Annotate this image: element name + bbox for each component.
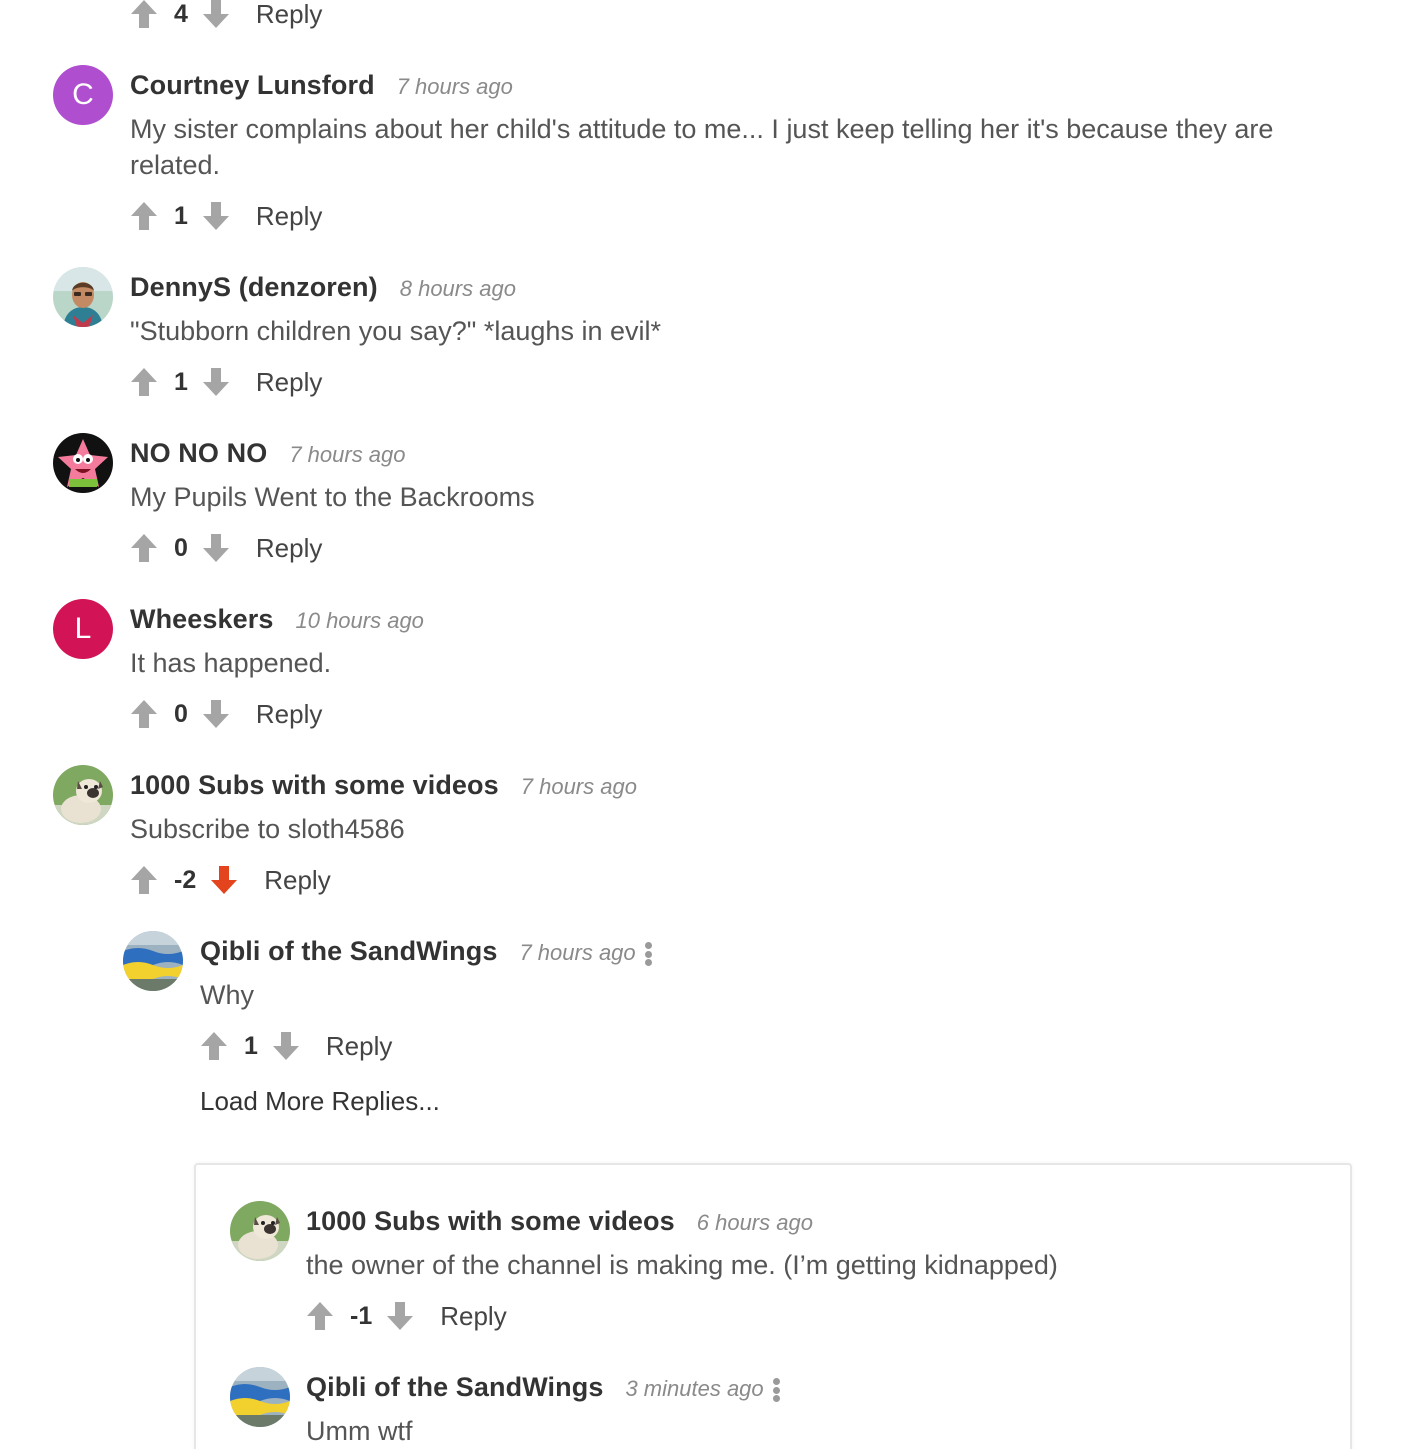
reply-button[interactable]: Reply: [256, 0, 322, 30]
downvote-icon[interactable]: [202, 532, 230, 564]
downvote-icon-active[interactable]: [210, 864, 238, 896]
vote-row: 1 Reply: [130, 362, 322, 402]
vote-count: 4: [174, 0, 188, 28]
pug-icon[interactable]: [230, 1201, 290, 1261]
timestamp: 7 hours ago: [396, 74, 513, 99]
vote-count: 0: [174, 699, 188, 728]
downvote-icon[interactable]: [272, 1030, 300, 1062]
load-more-replies-link[interactable]: Load More Replies...: [200, 1086, 440, 1117]
downvote-icon[interactable]: [202, 200, 230, 232]
comment-text: Umm wtf: [306, 1416, 413, 1446]
vote-row: 0 Reply: [130, 694, 322, 734]
upvote-icon[interactable]: [200, 1030, 228, 1062]
vote-row: 1 Reply: [200, 1026, 392, 1066]
more-options-icon[interactable]: [768, 1375, 784, 1405]
timestamp: 10 hours ago: [295, 608, 424, 633]
avatar-letter: L: [74, 612, 92, 645]
timestamp: 6 hours ago: [696, 1210, 813, 1235]
vote-count: 0: [174, 533, 188, 562]
upvote-icon[interactable]: [130, 200, 158, 232]
vote-row: 1 Reply: [130, 196, 322, 236]
comment-header: 1000 Subs with some videos 7 hours ago: [130, 770, 637, 801]
vote-count: 1: [244, 1031, 258, 1060]
reply-button[interactable]: Reply: [256, 367, 322, 398]
comment-text: the owner of the channel is making me. (…: [306, 1250, 1058, 1280]
timestamp: 7 hours ago: [519, 940, 636, 965]
comment-text: My sister complains about her child's at…: [130, 114, 1274, 180]
downvote-icon[interactable]: [202, 0, 230, 30]
author-name[interactable]: 1000 Subs with some videos: [306, 1206, 675, 1237]
comment-header: Wheeskers 10 hours ago: [130, 604, 424, 635]
vote-count: -1: [350, 1301, 373, 1330]
downvote-icon[interactable]: [202, 698, 230, 730]
reply-button[interactable]: Reply: [256, 533, 322, 564]
avatar[interactable]: L: [53, 599, 113, 659]
comment-header: Qibli of the SandWings 3 minutes ago: [306, 1372, 764, 1403]
comment-header: Courtney Lunsford 7 hours ago: [130, 70, 513, 101]
author-name[interactable]: DennyS (denzoren): [130, 272, 378, 303]
upvote-icon[interactable]: [130, 0, 158, 30]
author-name[interactable]: Qibli of the SandWings: [200, 936, 497, 967]
vote-row: 4 Reply: [130, 0, 322, 34]
upvote-icon[interactable]: [130, 864, 158, 896]
comment-text: It has happened.: [130, 648, 332, 678]
upvote-icon[interactable]: [130, 532, 158, 564]
author-name[interactable]: Wheeskers: [130, 604, 273, 635]
author-name[interactable]: 1000 Subs with some videos: [130, 770, 499, 801]
pug-icon[interactable]: [53, 765, 113, 825]
person-photo-icon[interactable]: [53, 267, 113, 327]
upvote-icon[interactable]: [130, 366, 158, 398]
comment-text: Subscribe to sloth4586: [130, 814, 405, 844]
timestamp: 7 hours ago: [289, 442, 406, 467]
timestamp: 3 minutes ago: [625, 1376, 764, 1401]
upvote-icon[interactable]: [130, 698, 158, 730]
avatar[interactable]: C: [53, 65, 113, 125]
reply-button[interactable]: Reply: [264, 865, 330, 896]
starfish-icon[interactable]: [53, 433, 113, 493]
vote-row: -1 Reply: [306, 1296, 507, 1336]
timestamp: 8 hours ago: [399, 276, 516, 301]
comment-text: My Pupils Went to the Backrooms: [130, 482, 535, 512]
reply-button[interactable]: Reply: [326, 1031, 392, 1062]
flag-icon[interactable]: [123, 931, 183, 991]
vote-row: -2 Reply: [130, 860, 331, 900]
vote-row: 0 Reply: [130, 528, 322, 568]
reply-button[interactable]: Reply: [440, 1301, 506, 1332]
avatar-letter: C: [72, 78, 94, 111]
vote-count: 1: [174, 201, 188, 230]
vote-count: 1: [174, 367, 188, 396]
comments-thread: 4 Reply C Courtney Lunsford 7 hours ago …: [0, 0, 1407, 1449]
comment-header: DennyS (denzoren) 8 hours ago: [130, 272, 516, 303]
vote-count: -2: [174, 865, 197, 894]
comment-text: Why: [200, 980, 254, 1010]
upvote-icon[interactable]: [306, 1300, 334, 1332]
more-options-icon[interactable]: [640, 939, 656, 969]
timestamp: 7 hours ago: [520, 774, 637, 799]
comment-header: Qibli of the SandWings 7 hours ago: [200, 936, 636, 967]
reply-button[interactable]: Reply: [256, 699, 322, 730]
author-name[interactable]: Courtney Lunsford: [130, 70, 375, 101]
flag-icon[interactable]: [230, 1367, 290, 1427]
comment-text: "Stubborn children you say?" *laughs in …: [130, 316, 661, 346]
downvote-icon[interactable]: [202, 366, 230, 398]
comment-header: NO NO NO 7 hours ago: [130, 438, 406, 469]
downvote-icon[interactable]: [386, 1300, 414, 1332]
reply-button[interactable]: Reply: [256, 201, 322, 232]
comment-header: 1000 Subs with some videos 6 hours ago: [306, 1206, 813, 1237]
author-name[interactable]: Qibli of the SandWings: [306, 1372, 603, 1403]
author-name[interactable]: NO NO NO: [130, 438, 267, 469]
